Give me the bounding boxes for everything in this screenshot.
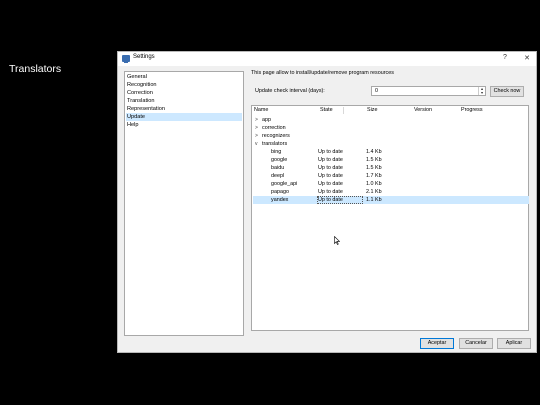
title-bar[interactable]: Settings ? ✕: [118, 52, 536, 66]
tree-row[interactable]: google_api Up to date 1.0 Kb: [253, 180, 529, 188]
row-state: Up to date: [317, 196, 363, 204]
column-header-size[interactable]: Size: [367, 107, 378, 113]
tree-row[interactable]: > recognizers: [253, 132, 529, 140]
apply-button[interactable]: Aplicar: [497, 338, 531, 349]
nav-item-correction[interactable]: Correction: [126, 89, 242, 97]
settings-nav-list[interactable]: General Recognition Correction Translati…: [124, 71, 244, 336]
page-description: This page allow to install/update/remove…: [251, 70, 394, 76]
row-name: recognizers: [262, 133, 290, 139]
row-size: 1.5 Kb: [366, 165, 382, 171]
row-name: bing: [271, 149, 282, 155]
window-title: Settings: [133, 54, 155, 60]
row-name: baidu: [271, 165, 285, 171]
interval-spinbox[interactable]: 0 ▲ ▼: [371, 86, 486, 96]
tree-row[interactable]: v translators: [253, 140, 529, 148]
tree-row[interactable]: bing Up to date 1.4 Kb: [253, 148, 529, 156]
interval-value[interactable]: 0: [375, 88, 378, 94]
row-state: Up to date: [318, 181, 343, 187]
help-button[interactable]: ?: [499, 54, 511, 61]
nav-item-representation[interactable]: Representation: [126, 105, 242, 113]
row-state: Up to date: [318, 157, 343, 163]
row-state: Up to date: [318, 165, 343, 171]
row-size: 1.5 Kb: [366, 157, 382, 163]
row-size: 1.7 Kb: [366, 173, 382, 179]
resources-tree[interactable]: Name State Size Version Progress > app >…: [251, 105, 529, 331]
nav-item-translation[interactable]: Translation: [126, 97, 242, 105]
row-size: 1.4 Kb: [366, 149, 382, 155]
row-state: Up to date: [318, 189, 343, 195]
tree-row[interactable]: deepl Up to date 1.7 Kb: [253, 172, 529, 180]
ok-button[interactable]: Aceptar: [420, 338, 454, 349]
tree-row[interactable]: baidu Up to date 1.5 Kb: [253, 164, 529, 172]
row-name: deepl: [271, 173, 285, 179]
row-size: 2.1 Kb: [366, 189, 382, 195]
row-name: papago: [271, 189, 289, 195]
tree-row-selected[interactable]: yandex Up to date 1.1 Kb: [253, 196, 529, 204]
column-header-progress[interactable]: Progress: [461, 107, 483, 113]
column-header-version[interactable]: Version: [414, 107, 432, 113]
interval-label: Update check interval (days):: [255, 88, 325, 94]
monitor-icon: [122, 55, 130, 63]
tree-row[interactable]: > app: [253, 116, 529, 124]
spin-arrows-icon[interactable]: ▲ ▼: [478, 87, 485, 95]
column-separator: [343, 107, 344, 114]
row-name: translators: [262, 141, 288, 147]
row-state: Up to date: [318, 173, 343, 179]
close-button[interactable]: ✕: [521, 54, 533, 62]
chevron-right-icon[interactable]: >: [255, 124, 258, 132]
row-size: 1.1 Kb: [366, 197, 382, 203]
chevron-right-icon[interactable]: >: [255, 132, 258, 140]
tree-row[interactable]: > correction: [253, 124, 529, 132]
row-size: 1.0 Kb: [366, 181, 382, 187]
row-name: correction: [262, 125, 286, 131]
cancel-button[interactable]: Cancelar: [459, 338, 493, 349]
nav-item-update[interactable]: Update: [126, 113, 242, 121]
tree-row[interactable]: google Up to date 1.5 Kb: [253, 156, 529, 164]
chevron-down-icon[interactable]: v: [255, 140, 258, 148]
row-name: yandex: [271, 197, 289, 203]
settings-dialog: Settings ? ✕ General Recognition Correct…: [117, 51, 537, 353]
slide-title: Translators: [9, 63, 62, 75]
row-name: app: [262, 117, 271, 123]
nav-item-general[interactable]: General: [126, 73, 242, 81]
chevron-right-icon[interactable]: >: [255, 116, 258, 124]
nav-item-recognition[interactable]: Recognition: [126, 81, 242, 89]
column-header-state[interactable]: State: [320, 107, 333, 113]
nav-item-help[interactable]: Help: [126, 121, 242, 129]
check-now-button[interactable]: Check now: [490, 86, 524, 97]
row-state: Up to date: [318, 149, 343, 155]
row-name: google_api: [271, 181, 298, 187]
row-name: google: [271, 157, 288, 163]
tree-row[interactable]: papago Up to date 2.1 Kb: [253, 188, 529, 196]
mouse-cursor-icon: [334, 236, 340, 245]
column-header-name[interactable]: Name: [254, 107, 268, 113]
